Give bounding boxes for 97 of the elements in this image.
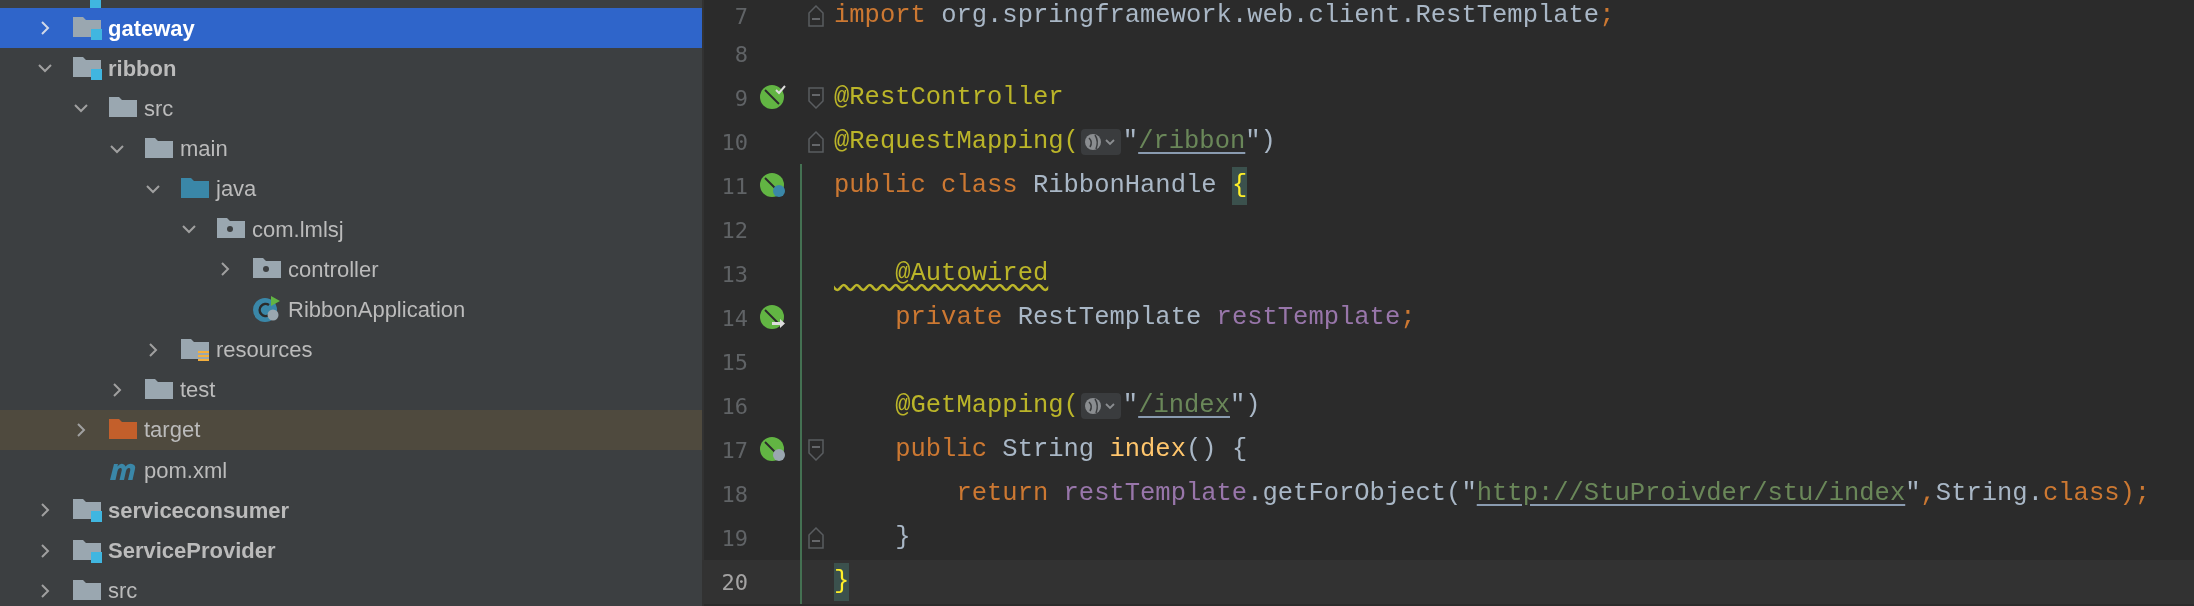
code-token: " (1122, 389, 1139, 422)
line-number: 9 (733, 84, 748, 113)
tree-row[interactable]: ServiceProvider (0, 530, 702, 571)
code-token: .getForObject(" (1247, 477, 1477, 510)
code-token: @GetMapping( (894, 389, 1079, 422)
tree-row[interactable]: test (0, 369, 702, 410)
tree-row[interactable]: ribbon (0, 48, 702, 89)
code-token: " (1905, 477, 1921, 510)
code-token: RestTemplate (1016, 301, 1203, 334)
line-number: 13 (720, 260, 748, 289)
code-token: @RequestMapping( (834, 125, 1079, 158)
tree-item-label: resources (216, 336, 313, 365)
resources-folder-icon (180, 336, 210, 363)
code-token: RibbonHandle (1031, 169, 1218, 202)
code-token: String (1001, 433, 1096, 466)
line-number: 20 (720, 568, 748, 597)
spring-gutter-icon[interactable] (759, 172, 787, 200)
line-number: 15 (720, 348, 748, 377)
tree-row[interactable]: gateway (0, 8, 702, 49)
line-number: 16 (720, 392, 748, 421)
code-token: /index (1138, 389, 1230, 422)
tree-row[interactable]: resources (0, 329, 702, 370)
fold-marker-icon[interactable] (808, 439, 824, 461)
module-folder-icon (72, 497, 102, 524)
spring-gutter-icon[interactable] (759, 436, 787, 464)
url-hint-icon[interactable] (1080, 129, 1121, 155)
code-token: /ribbon (1138, 125, 1246, 158)
code-token: , (1920, 477, 1936, 510)
tree-item-label: pom.xml (144, 456, 228, 485)
code-token: public class (834, 169, 1018, 202)
spring-gutter-icon[interactable] (759, 304, 787, 332)
code-token: @RestController (834, 81, 1064, 114)
tree-row[interactable]: java (0, 168, 702, 209)
tree-item-label: test (180, 376, 216, 405)
tree-row[interactable]: pom.xml (0, 450, 702, 491)
code-token: restTemplate (1063, 477, 1248, 510)
line-number: 18 (720, 480, 748, 509)
code-token: String. (1935, 477, 2043, 510)
tree-item-label: com.lmlsj (252, 215, 344, 244)
line-number: 11 (720, 172, 748, 201)
tree-row[interactable]: src (0, 570, 702, 606)
tree-item-label: ServiceProvider (108, 537, 276, 566)
fold-marker-icon[interactable] (808, 527, 824, 549)
line-number: 8 (733, 40, 748, 69)
spring-class-icon (252, 295, 282, 324)
code-token: ; (1400, 301, 1416, 334)
line-number: 14 (720, 304, 748, 333)
tree-item-label: gateway (108, 14, 195, 43)
tree-row[interactable]: RibbonApplication (0, 289, 702, 330)
code-token: } (894, 521, 911, 554)
tree-row[interactable]: src (0, 88, 702, 129)
code-token: restTemplate (1216, 301, 1401, 334)
tree-row[interactable]: main (0, 128, 702, 169)
module-folder-icon (72, 537, 102, 564)
code-token: @Autowired (894, 257, 1049, 290)
line-number: 7 (733, 2, 748, 31)
fold-marker-icon[interactable] (808, 5, 824, 27)
fold-marker-icon[interactable] (808, 131, 824, 153)
code-token: http://StuProivder/stu/index (1476, 477, 1906, 510)
tree-row[interactable]: controller (0, 249, 702, 290)
code-token: " (1122, 125, 1139, 158)
tree-item-label: java (216, 175, 257, 204)
line-number: 17 (720, 436, 748, 465)
tree-item-label: controller (288, 255, 379, 284)
line-number: 10 (720, 128, 748, 157)
module-folder-icon (72, 15, 102, 42)
code-token: index (1109, 433, 1186, 466)
code-token: private (894, 301, 1003, 334)
code-token: org.springframework.web.client.RestTemplate (940, 0, 1600, 32)
code-token: class (2042, 477, 2120, 510)
code-token: { (1231, 166, 1248, 206)
tree-item-label: RibbonApplication (288, 295, 466, 324)
code-token: ); (2119, 477, 2151, 510)
tree-item-label: src (108, 577, 138, 606)
code-token: () { (1185, 433, 1248, 466)
module-badge-icon (90, 0, 101, 8)
tree-item-label: ribbon (108, 54, 177, 83)
tree-item-label: main (180, 135, 228, 164)
code-token: public (894, 433, 988, 466)
code-token: } (834, 562, 850, 602)
tree-row[interactable]: serviceconsumer (0, 490, 702, 531)
line-number: 12 (720, 216, 748, 245)
code-token: ") (1245, 125, 1276, 158)
tree-row[interactable]: com.lmlsj (0, 208, 702, 250)
module-folder-icon (72, 55, 102, 82)
tree-item-label: serviceconsumer (108, 496, 289, 525)
code-token: ; (1599, 0, 1615, 32)
url-hint-icon[interactable] (1080, 393, 1121, 419)
code-token: import (834, 0, 926, 32)
tree-item-label: src (144, 94, 174, 123)
code-token: return (955, 477, 1050, 510)
tree-row[interactable]: target (0, 409, 702, 451)
line-number: 19 (720, 524, 748, 553)
spring-gutter-icon[interactable] (759, 84, 787, 112)
fold-marker-icon[interactable] (808, 87, 824, 109)
code-token: ") (1230, 389, 1261, 422)
tree-item-label: target (144, 416, 201, 445)
